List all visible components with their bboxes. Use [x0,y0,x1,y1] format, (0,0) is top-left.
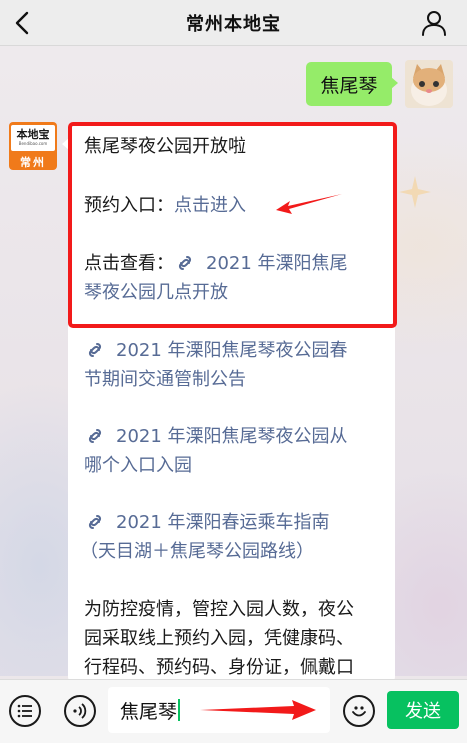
title-bar: 常州本地宝 [0,0,467,46]
my-avatar[interactable] [405,60,453,108]
miniprogram-icon [88,429,102,443]
arrow-annotation [200,700,316,720]
profile-button[interactable] [419,8,449,38]
cat-avatar-image [405,60,453,108]
paragraph-line-3: 行程码、预约码、身份证，佩戴口 [84,657,354,678]
link-traffic[interactable]: 2021 年溧阳焦尾琴夜公园春 [116,340,348,361]
message-input-value: 焦尾琴 [120,700,178,723]
profile-icon [422,11,446,36]
bot-logo: 本地宝 Bendibao.com [11,125,55,151]
decoration-icon [399,176,431,208]
link-guide-line: 2021 年溧阳春运乘车指南 [84,509,330,537]
reserve-line: 预约入口：点击进入 [84,192,246,220]
link-traffic-line: 2021 年溧阳焦尾琴夜公园春 [84,337,348,365]
chat-title: 常州本地宝 [186,13,281,35]
link-entrance-cont[interactable]: 哪个入口入园 [84,452,192,480]
send-button[interactable]: 发送 [387,691,459,729]
sent-message[interactable]: 焦尾琴 [306,62,398,106]
link-opening-hours[interactable]: 2021 年溧阳焦尾 [206,253,348,274]
miniprogram-icon [88,515,102,529]
back-icon [15,11,29,35]
link-guide-cont[interactable]: （天目湖＋焦尾琴公园路线） [80,538,314,566]
voice-button[interactable] [64,695,96,727]
link-traffic-cont[interactable]: 节期间交通管制公告 [84,366,246,394]
miniprogram-icon [88,343,102,357]
message-title: 焦尾琴夜公园开放啦 [84,136,246,157]
reserve-label: 预约入口： [84,195,174,216]
view-label: 点击查看： [84,253,174,274]
link-guide[interactable]: 2021 年溧阳春运乘车指南 [116,512,330,533]
bot-city-label: 常州 [20,156,46,169]
emoji-icon [352,706,366,717]
back-button[interactable] [10,8,34,38]
view-line: 点击查看： 2021 年溧阳焦尾 [84,250,348,278]
voice-icon [73,703,87,719]
paragraph-line-2: 园采取线上预约入园，凭健康码、 [84,628,354,649]
arrow-annotation [276,194,342,214]
miniprogram-icon [178,256,192,270]
bot-avatar[interactable]: 本地宝 Bendibao.com 常州 [9,122,57,170]
list-icon [17,704,32,718]
link-entrance[interactable]: 2021 年溧阳焦尾琴夜公园从 [116,426,348,447]
reserve-link[interactable]: 点击进入 [174,195,246,216]
emoji-button[interactable] [343,695,375,727]
menu-button[interactable] [9,695,41,727]
paragraph-line-1: 为防控疫情，管控入园人数，夜公 [84,599,354,620]
text-caret [178,699,181,721]
link-entrance-line: 2021 年溧阳焦尾琴夜公园从 [84,423,348,451]
link-opening-hours-cont[interactable]: 琴夜公园几点开放 [84,279,228,307]
